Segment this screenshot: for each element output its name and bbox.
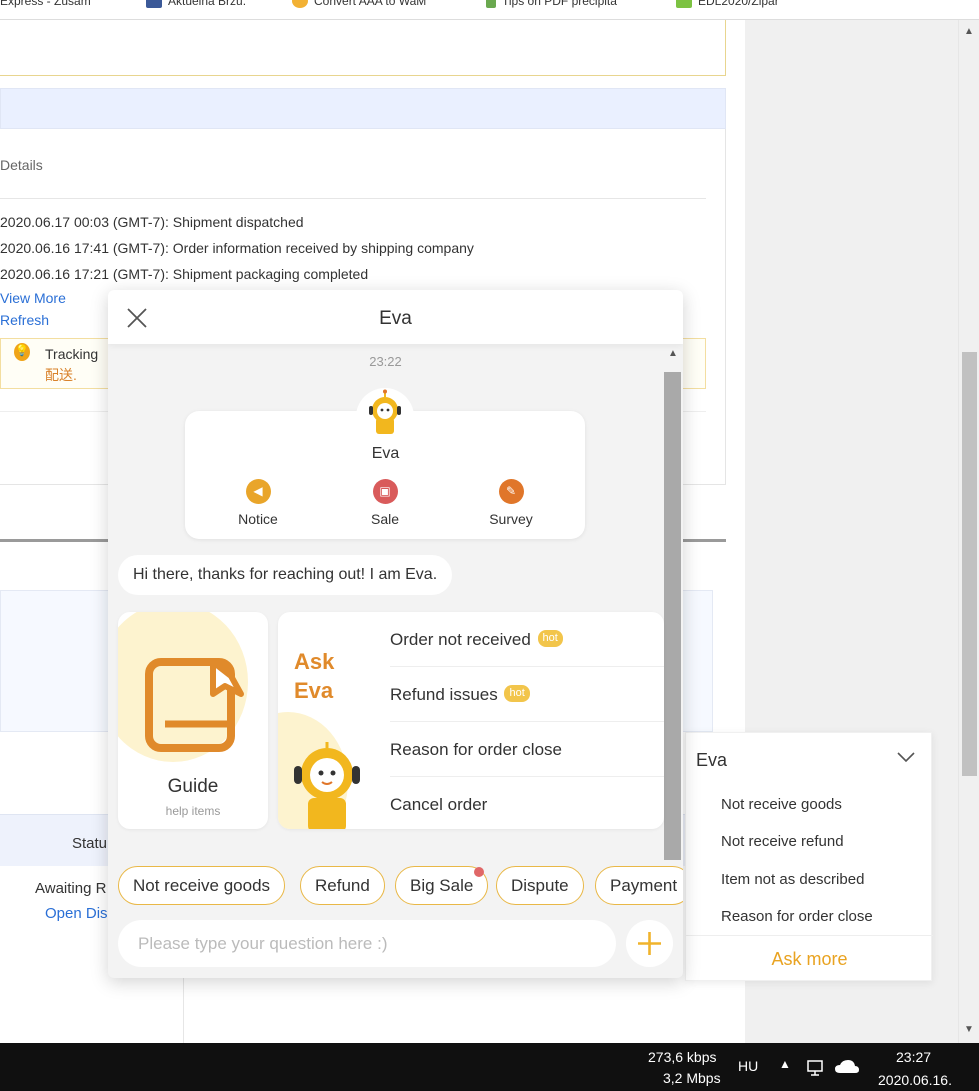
bookmark-icon <box>676 0 692 8</box>
message-timestamp: 23:22 <box>369 354 402 369</box>
bookmark-item[interactable]: Tips on PDF precipita <box>486 0 617 8</box>
eva-menu-title: Eva <box>696 750 728 770</box>
chat-scrollbar[interactable]: ▲ <box>664 346 681 862</box>
section-header-band <box>0 88 726 129</box>
eva-quick-menu: Eva Not receive goods Not receive refund… <box>685 732 933 981</box>
refresh-link[interactable]: Refresh <box>0 312 49 328</box>
view-more-link[interactable]: View More <box>0 290 66 306</box>
bookmark-item[interactable]: Convert AAA to WaM <box>292 0 426 8</box>
guide-card[interactable]: Guide help items <box>118 612 268 829</box>
shopping-bag-icon: ▣ <box>372 479 398 504</box>
status-column-header: Statu <box>72 835 108 852</box>
bookmarks-bar: Express - Zusam Aktuelna Brzu. Convert A… <box>0 0 979 20</box>
bookmark-item[interactable]: Express - Zusam <box>0 0 91 8</box>
ask-more-button[interactable]: Ask more <box>686 949 933 970</box>
chat-header: Eva <box>108 290 683 344</box>
notice-box <box>0 20 726 76</box>
eva-menu-item[interactable]: Not receive goods <box>721 796 842 813</box>
megaphone-icon: ◀ <box>245 479 271 504</box>
notification-dot <box>474 867 484 877</box>
ask-item-refund-issues[interactable]: Refund issues hot <box>390 667 664 722</box>
bookmark-item[interactable]: EDL2020/Zipar <box>676 0 779 8</box>
sale-button[interactable]: ▣ Sale <box>345 479 425 527</box>
converter-icon <box>292 0 308 8</box>
network-icon[interactable] <box>806 1058 828 1078</box>
bookmark-item[interactable]: Aktuelna Brzu. <box>146 0 246 8</box>
hot-badge: hot <box>504 685 530 702</box>
ask-item-cancel-order[interactable]: Cancel order <box>390 777 664 829</box>
edit-note-icon: ✎ <box>498 479 524 504</box>
ask-eva-title: Ask Eva <box>294 649 335 703</box>
tracking-subtext: 配送. <box>45 367 77 383</box>
open-dispute-link[interactable]: Open Dis <box>45 905 108 922</box>
divider <box>686 935 933 936</box>
network-download-rate: 3,2 Mbps <box>663 1070 721 1086</box>
survey-button[interactable]: ✎ Survey <box>471 479 551 527</box>
plant-icon <box>486 0 496 8</box>
divider <box>0 198 706 199</box>
cloud-icon[interactable] <box>834 1059 860 1075</box>
notice-label: Notice <box>238 511 278 527</box>
page-scrollbar[interactable]: ▲ ▼ <box>958 20 979 1043</box>
network-upload-rate: 273,6 kbps <box>648 1049 717 1065</box>
plus-icon[interactable] <box>626 920 673 967</box>
ask-item-reason-order-close[interactable]: Reason for order close <box>390 722 664 777</box>
eva-robot-avatar <box>356 388 414 446</box>
scroll-down-arrow-icon[interactable]: ▼ <box>964 1024 974 1035</box>
chat-scrollbar-thumb[interactable] <box>664 372 681 860</box>
eva-menu-item[interactable]: Reason for order close <box>721 908 873 925</box>
shipment-event: 2020.06.17 00:03 (GMT-7): Shipment dispa… <box>0 214 304 230</box>
facebook-icon <box>146 0 162 8</box>
chip-refund[interactable]: Refund <box>300 866 385 905</box>
scroll-up-arrow-icon[interactable]: ▲ <box>964 26 974 37</box>
clock-time[interactable]: 23:27 <box>896 1049 931 1065</box>
hot-badge: hot <box>537 630 563 647</box>
language-indicator[interactable]: HU <box>738 1058 758 1074</box>
eva-menu-item[interactable]: Not receive refund <box>721 833 844 850</box>
details-title: Details <box>0 157 43 173</box>
bot-name: Eva <box>371 445 400 462</box>
bot-greeting-message: Hi there, thanks for reaching out! I am … <box>118 555 453 595</box>
ask-item-order-not-received[interactable]: Order not received hot <box>390 612 664 667</box>
sale-label: Sale <box>370 511 400 527</box>
shipment-event: 2020.06.16 17:21 (GMT-7): Shipment packa… <box>0 266 369 282</box>
guide-title: Guide <box>167 776 219 797</box>
chevron-up-icon[interactable]: ▲ <box>779 1057 791 1071</box>
chip-not-receive-goods[interactable]: Not receive goods <box>118 866 286 905</box>
eva-robot-icon <box>294 742 360 829</box>
guide-subtitle: help items <box>165 804 221 818</box>
eva-menu-item[interactable]: Item not as described <box>721 871 864 888</box>
chip-payment[interactable]: Payment <box>595 866 683 905</box>
chevron-down-icon[interactable] <box>896 747 916 767</box>
book-icon <box>145 658 244 752</box>
survey-label: Survey <box>489 511 533 527</box>
notice-button[interactable]: ◀ Notice <box>218 479 298 527</box>
tracking-text: Tracking <box>45 346 99 362</box>
lightbulb-icon: 💡 <box>14 343 30 361</box>
status-value: Awaiting R <box>35 880 107 897</box>
clock-date[interactable]: 2020.06.16. <box>878 1072 952 1088</box>
chip-dispute[interactable]: Dispute <box>496 866 584 905</box>
chat-title: Eva <box>379 308 412 329</box>
scrollbar-thumb[interactable] <box>962 352 977 776</box>
chat-window: Eva 23:22 ▲ Eva ◀ Notice ▣ Sale ✎ Survey <box>108 290 683 978</box>
ask-eva-card: Ask Eva Order not received hot Refund is… <box>278 612 664 829</box>
chat-message-input[interactable] <box>118 920 616 967</box>
shipment-event: 2020.06.16 17:41 (GMT-7): Order informat… <box>0 240 474 256</box>
taskbar: 273,6 kbps 3,2 Mbps HU ▲ 23:27 2020.06.1… <box>0 1043 979 1091</box>
scroll-up-arrow-icon[interactable]: ▲ <box>668 348 678 359</box>
